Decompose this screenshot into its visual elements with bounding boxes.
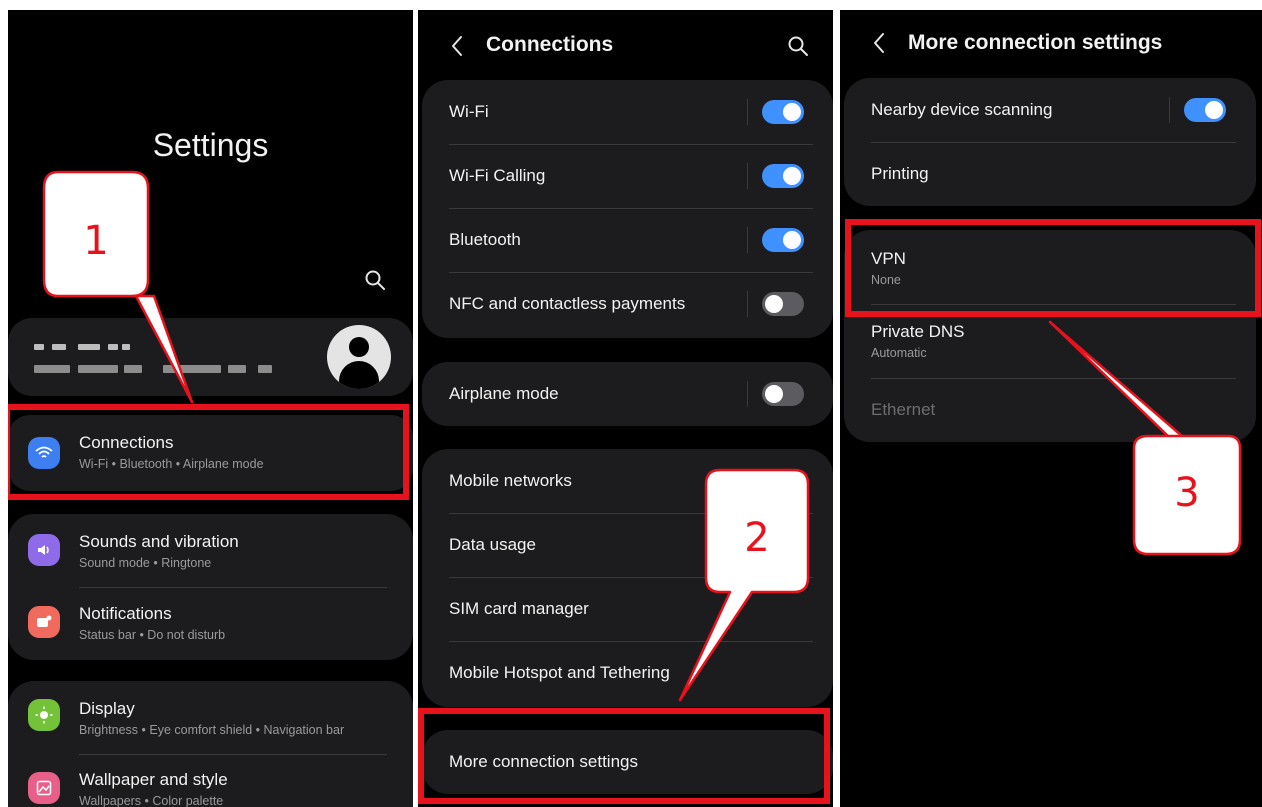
- mobile-card: Mobile networks Data usage SIM card mana…: [422, 449, 833, 707]
- wifi-row[interactable]: Wi-Fi: [422, 80, 833, 144]
- volume-icon: [28, 534, 60, 566]
- wallpaper-subtitle: Wallpapers • Color palette: [79, 794, 224, 807]
- settings-screen: Settings Connections Wi-Fi • Bluetooth •…: [8, 10, 413, 807]
- avatar[interactable]: [327, 325, 391, 389]
- search-icon[interactable]: [787, 35, 809, 57]
- airplane-card: Airplane mode: [422, 362, 833, 426]
- display-row[interactable]: Display Brightness • Eye comfort shield …: [8, 681, 413, 754]
- vpn-row[interactable]: VPN None: [844, 230, 1256, 304]
- mobile-networks-label: Mobile networks: [449, 471, 572, 490]
- notification-icon: [28, 606, 60, 638]
- connections-label: Connections: [79, 433, 174, 452]
- airplane-label: Airplane mode: [449, 384, 559, 403]
- page-title: More connection settings: [908, 31, 1163, 54]
- account-card[interactable]: [8, 318, 413, 396]
- more-connection-settings-row[interactable]: More connection settings: [422, 730, 833, 794]
- wifi-icon: [28, 437, 60, 469]
- wireless-card: Wi-Fi Wi-Fi Calling Bluetooth NFC and co…: [422, 80, 833, 338]
- display-wallpaper-card: Display Brightness • Eye comfort shield …: [8, 681, 413, 807]
- back-icon[interactable]: [450, 35, 464, 57]
- connections-screen: Connections Wi-Fi Wi-Fi Calling Bluetoot…: [418, 10, 833, 807]
- wifi-label: Wi-Fi: [449, 102, 489, 121]
- notifications-label: Notifications: [79, 604, 172, 623]
- vpn-label: VPN: [871, 249, 906, 268]
- sim-card-manager-row[interactable]: SIM card manager: [422, 577, 833, 641]
- wallpaper-icon: [28, 772, 60, 804]
- airplane-row[interactable]: Airplane mode: [422, 362, 833, 426]
- private-dns-label: Private DNS: [871, 322, 965, 341]
- wifi-calling-row[interactable]: Wi-Fi Calling: [422, 144, 833, 208]
- private-dns-row[interactable]: Private DNS Automatic: [844, 304, 1256, 378]
- private-dns-status: Automatic: [871, 346, 927, 360]
- bluetooth-row[interactable]: Bluetooth: [422, 208, 833, 272]
- wallpaper-label: Wallpaper and style: [79, 770, 228, 789]
- callout-3-number: 3: [1174, 470, 1200, 516]
- nearby-scanning-row[interactable]: Nearby device scanning: [844, 78, 1256, 142]
- sounds-notifications-card: Sounds and vibration Sound mode • Ringto…: [8, 514, 413, 660]
- notifications-row[interactable]: Notifications Status bar • Do not distur…: [8, 587, 413, 660]
- wifi-calling-toggle[interactable]: [762, 164, 804, 188]
- printing-row[interactable]: Printing: [844, 142, 1256, 206]
- vpn-status: None: [871, 273, 901, 287]
- scanning-printing-card: Nearby device scanning Printing: [844, 78, 1256, 206]
- sounds-label: Sounds and vibration: [79, 532, 239, 551]
- more-settings-card: More connection settings: [422, 730, 833, 794]
- sounds-subtitle: Sound mode • Ringtone: [79, 556, 212, 570]
- display-label: Display: [79, 699, 135, 718]
- wallpaper-row[interactable]: Wallpaper and style Wallpapers • Color p…: [8, 754, 413, 807]
- notifications-subtitle: Status bar • Do not disturb: [79, 628, 226, 642]
- more-connection-settings-label: More connection settings: [449, 752, 638, 771]
- hotspot-row[interactable]: Mobile Hotspot and Tethering: [422, 641, 833, 705]
- data-usage-label: Data usage: [449, 535, 536, 554]
- ethernet-row: Ethernet: [844, 378, 1256, 442]
- page-title: Connections: [486, 33, 614, 56]
- sounds-row[interactable]: Sounds and vibration Sound mode • Ringto…: [8, 514, 413, 587]
- connections-subtitle: Wi-Fi • Bluetooth • Airplane mode: [79, 457, 264, 471]
- callout-2-number: 2: [744, 515, 770, 561]
- printing-label: Printing: [871, 164, 929, 183]
- nearby-scanning-toggle[interactable]: [1184, 98, 1226, 122]
- back-icon[interactable]: [872, 32, 886, 54]
- bluetooth-toggle[interactable]: [762, 228, 804, 252]
- mobile-networks-row[interactable]: Mobile networks: [422, 449, 833, 513]
- nearby-scanning-label: Nearby device scanning: [871, 100, 1053, 119]
- airplane-toggle[interactable]: [762, 382, 804, 406]
- sun-icon: [28, 699, 60, 731]
- ethernet-label: Ethernet: [871, 400, 936, 419]
- callout-1-number: 1: [83, 218, 109, 264]
- wifi-calling-label: Wi-Fi Calling: [449, 166, 546, 185]
- hotspot-label: Mobile Hotspot and Tethering: [449, 663, 670, 682]
- nfc-row[interactable]: NFC and contactless payments: [422, 272, 833, 336]
- display-subtitle: Brightness • Eye comfort shield • Naviga…: [79, 723, 345, 737]
- wifi-toggle[interactable]: [762, 100, 804, 124]
- sim-card-manager-label: SIM card manager: [449, 599, 589, 618]
- search-icon[interactable]: [364, 269, 386, 291]
- page-title: Settings: [152, 127, 269, 163]
- vpn-dns-card: VPN None Private DNS Automatic Ethernet: [844, 230, 1256, 442]
- more-connection-settings-screen: More connection settings Nearby device s…: [840, 10, 1262, 807]
- connections-card[interactable]: Connections Wi-Fi • Bluetooth • Airplane…: [8, 415, 413, 491]
- bluetooth-label: Bluetooth: [449, 230, 521, 249]
- nfc-toggle[interactable]: [762, 292, 804, 316]
- nfc-label: NFC and contactless payments: [449, 294, 686, 313]
